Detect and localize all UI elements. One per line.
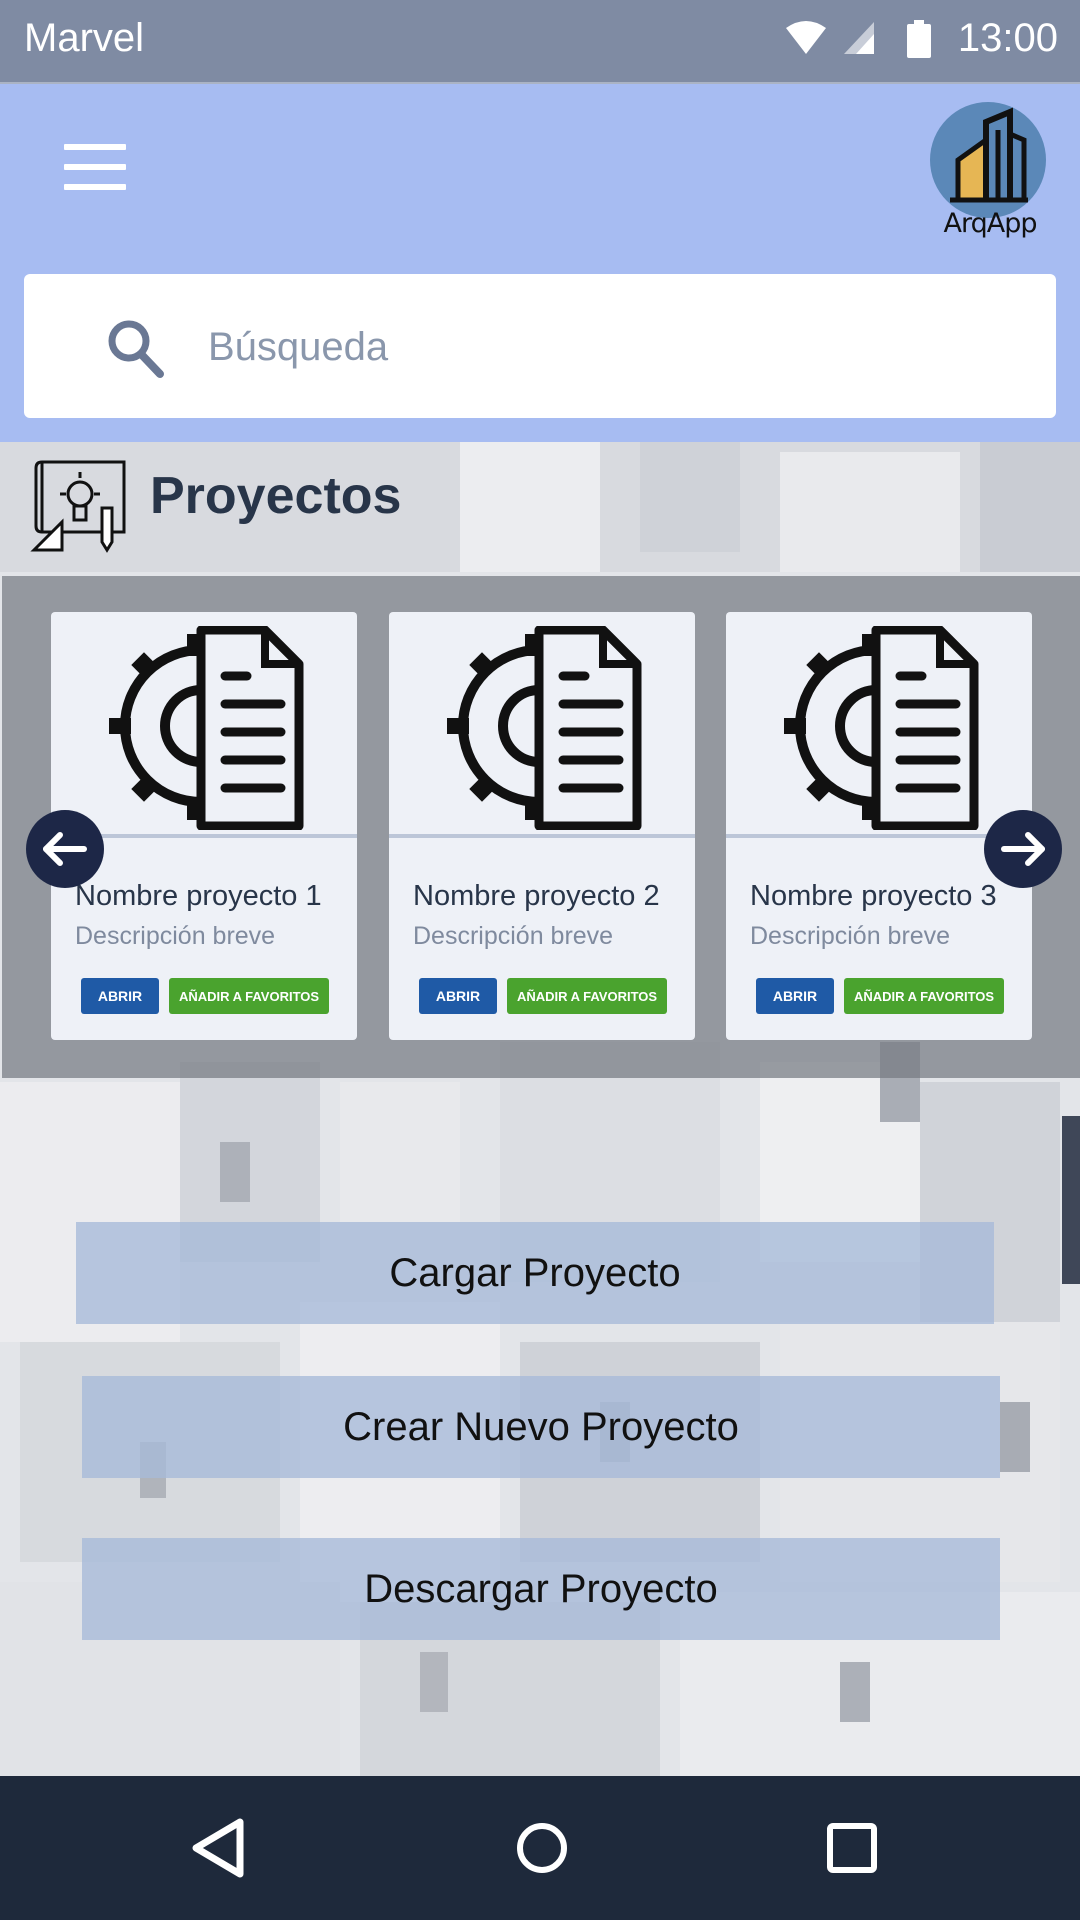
carrier-name: Marvel — [24, 16, 145, 60]
gear-document-icon — [109, 626, 304, 830]
carousel-next-button[interactable] — [984, 810, 1062, 888]
clock: 13:00 — [957, 16, 1058, 60]
project-title: Nombre proyecto 3 — [750, 880, 997, 912]
card-divider — [389, 834, 695, 838]
open-button[interactable]: ABRIR — [81, 978, 159, 1014]
search-icon[interactable] — [106, 318, 164, 378]
projects-carousel[interactable]: Nombre proyecto 1 Descripción breve ABRI… — [2, 576, 1080, 1078]
battery-icon — [907, 20, 931, 58]
recents-square-icon — [827, 1823, 877, 1873]
scrollbar-thumb[interactable] — [1062, 1116, 1080, 1284]
project-card[interactable]: Nombre proyecto 2 Descripción breve ABRI… — [389, 612, 695, 1040]
arrow-left-icon — [43, 832, 87, 866]
create-project-button[interactable]: Crear Nuevo Proyecto — [82, 1376, 1000, 1478]
navigation-bar — [0, 1776, 1080, 1920]
app-logo[interactable]: ArqApp — [928, 100, 1052, 250]
building-logo-icon — [930, 102, 1046, 218]
search-bar[interactable] — [24, 274, 1056, 418]
project-title: Nombre proyecto 2 — [413, 880, 660, 912]
project-description: Descripción breve — [413, 922, 614, 950]
back-triangle-icon — [192, 1818, 244, 1878]
logo-text: ArqApp — [943, 208, 1038, 239]
search-input[interactable] — [206, 308, 1030, 386]
arrow-right-icon — [1001, 832, 1045, 866]
section-title: Proyectos — [150, 467, 402, 525]
project-description: Descripción breve — [75, 922, 276, 950]
blueprint-icon — [30, 460, 126, 553]
add-to-favorites-button[interactable]: AÑADIR A FAVORITOS — [169, 978, 329, 1014]
add-to-favorites-button[interactable]: AÑADIR A FAVORITOS — [507, 978, 667, 1014]
gear-document-icon — [784, 626, 979, 830]
home-button[interactable] — [506, 1812, 578, 1884]
wifi-icon — [786, 21, 826, 54]
load-project-button[interactable]: Cargar Proyecto — [76, 1222, 994, 1324]
open-button[interactable]: ABRIR — [419, 978, 497, 1014]
open-button[interactable]: ABRIR — [756, 978, 834, 1014]
recents-button[interactable] — [816, 1812, 888, 1884]
project-description: Descripción breve — [750, 922, 951, 950]
add-to-favorites-button[interactable]: AÑADIR A FAVORITOS — [844, 978, 1004, 1014]
status-bar: Marvel 13:00 — [0, 0, 1080, 84]
download-project-button[interactable]: Descargar Proyecto — [82, 1538, 1000, 1640]
hamburger-menu-icon[interactable] — [64, 144, 126, 190]
carousel-prev-button[interactable] — [26, 810, 104, 888]
home-circle-icon — [517, 1823, 567, 1873]
project-title: Nombre proyecto 1 — [75, 880, 322, 912]
signal-icon — [844, 22, 874, 54]
gear-document-icon — [447, 626, 642, 830]
back-button[interactable] — [182, 1812, 254, 1884]
app-header: ArqApp — [0, 84, 1080, 442]
